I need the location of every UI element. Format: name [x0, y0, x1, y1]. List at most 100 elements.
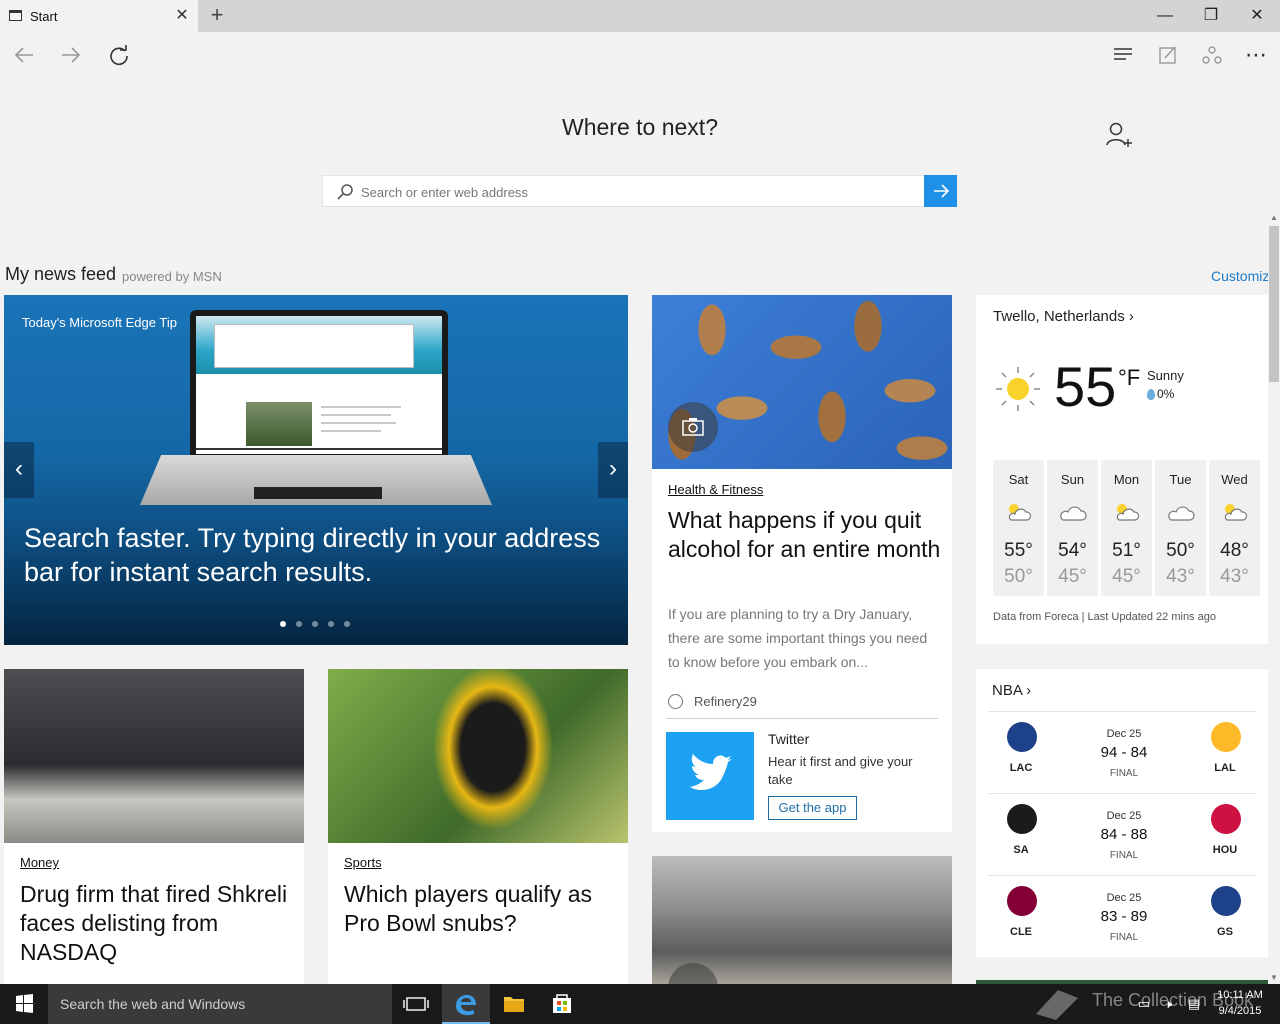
team-logo-icon [1007, 804, 1037, 834]
game-row[interactable]: CLE Dec 25 83 - 89 FINAL GS [988, 875, 1256, 957]
taskbar: Search the web and Windows The Collectio… [0, 984, 1280, 1024]
scroll-down-icon[interactable]: ▼ [1268, 972, 1280, 984]
team-abbr: SA [1013, 844, 1029, 856]
page-icon [9, 10, 22, 21]
article-title[interactable]: Which players qualify as Pro Bowl snubs? [344, 880, 624, 938]
new-tab-button[interactable]: + [206, 4, 228, 28]
page-title: Where to next? [562, 114, 718, 140]
team-abbr: HOU [1212, 844, 1238, 856]
clock-time: 10:11 AM [1217, 989, 1263, 1001]
away-team[interactable]: LAL [1195, 722, 1255, 786]
away-team[interactable]: HOU [1195, 804, 1255, 868]
notifications-icon[interactable]: ▤ [1186, 996, 1202, 1012]
twitter-logo-icon[interactable] [666, 732, 754, 820]
article-category[interactable]: Money [20, 855, 59, 870]
hero-headline[interactable]: Search faster. Try typing directly in yo… [24, 521, 614, 589]
team-abbr: GS [1217, 926, 1233, 938]
address-search-box[interactable] [322, 175, 957, 207]
scrollbar-thumb[interactable] [1269, 226, 1279, 382]
forward-icon[interactable] [54, 38, 88, 72]
file-explorer-icon[interactable] [490, 984, 538, 1024]
weather-location[interactable]: Twello, Netherlands › [993, 308, 1134, 325]
carousel-dot[interactable] [312, 621, 318, 627]
get-the-app-button[interactable]: Get the app [768, 796, 857, 820]
article-card-money[interactable]: Money Drug firm that fired Shkreli faces… [4, 669, 304, 984]
game-score: 83 - 89 [1100, 908, 1148, 925]
home-team[interactable]: SA [991, 804, 1051, 868]
home-team[interactable]: CLE [991, 886, 1051, 950]
carousel-dot[interactable] [344, 621, 350, 627]
team-logo-icon [1007, 886, 1037, 916]
article-description: If you are planning to try a Dry January… [668, 606, 928, 670]
close-tab-icon[interactable]: ✕ [174, 6, 190, 26]
forecast-day[interactable]: Mon 51° 45° [1101, 460, 1152, 596]
carousel-next-button[interactable]: › [598, 442, 628, 498]
article-card-sports[interactable]: Sports Which players qualify as Pro Bowl… [328, 669, 628, 984]
search-input[interactable] [361, 181, 921, 203]
volume-icon[interactable]: 🕨 [1160, 996, 1176, 1012]
search-icon [337, 184, 353, 200]
tab-title: Start [30, 9, 58, 24]
game-row[interactable]: LAC Dec 25 94 - 84 FINAL LAL [988, 711, 1256, 793]
source-logo-icon [668, 694, 683, 709]
add-user-icon[interactable] [1104, 120, 1134, 150]
forecast-day-label: Tue [1169, 472, 1192, 487]
game-row[interactable]: SA Dec 25 84 - 88 FINAL HOU [988, 793, 1256, 875]
forecast-high: 55° [1004, 540, 1033, 561]
nba-title[interactable]: NBA › [992, 682, 1031, 699]
away-team[interactable]: GS [1195, 886, 1255, 950]
article-card-image[interactable] [652, 856, 952, 984]
forecast-day[interactable]: Sat 55° 50° [993, 460, 1044, 596]
feed-title: My news feed [5, 264, 117, 284]
store-icon[interactable] [538, 984, 586, 1024]
more-icon[interactable]: ⋯ [1239, 38, 1273, 72]
restore-button[interactable]: ❐ [1188, 0, 1234, 32]
forecast-high: 50° [1166, 540, 1195, 561]
article-card-alcohol[interactable]: Health & Fitness What happens if you qui… [652, 295, 952, 832]
forecast-day[interactable]: Wed 48° 43° [1209, 460, 1260, 596]
scroll-up-icon[interactable]: ▲ [1268, 212, 1280, 224]
share-icon[interactable] [1195, 38, 1229, 72]
weather-widget[interactable]: Twello, Netherlands › 55 °F Sunny 0% Sat… [976, 295, 1268, 644]
windows-start-icon[interactable] [0, 984, 48, 1024]
carousel-dot[interactable] [328, 621, 334, 627]
partly-sunny-icon [1116, 504, 1140, 521]
article-title[interactable]: Drug firm that fired Shkreli faces delis… [20, 880, 300, 967]
back-icon[interactable] [7, 38, 41, 72]
home-team[interactable]: LAC [991, 722, 1051, 786]
team-abbr: LAC [1009, 762, 1033, 774]
forecast-day-label: Sun [1060, 472, 1085, 487]
forecast-low: 43° [1220, 566, 1249, 587]
carousel-dot[interactable] [296, 621, 302, 627]
close-button[interactable]: ✕ [1234, 0, 1280, 32]
refresh-icon[interactable] [102, 38, 136, 72]
cloudy-icon [1060, 506, 1087, 521]
carousel-dots [280, 621, 350, 627]
article-category[interactable]: Health & Fitness [668, 482, 763, 497]
customize-link[interactable]: Customize [1211, 268, 1269, 284]
carousel-dot[interactable] [280, 621, 286, 627]
forecast-low: 50° [1004, 566, 1033, 587]
hub-icon[interactable] [1106, 38, 1140, 72]
minimize-button[interactable]: — [1142, 0, 1188, 32]
edge-icon[interactable] [442, 984, 490, 1024]
taskbar-search-box[interactable]: Search the web and Windows [48, 984, 392, 1024]
forecast-high: 51° [1112, 540, 1141, 561]
article-category[interactable]: Sports [344, 855, 382, 870]
taskbar-search-placeholder: Search the web and Windows [60, 996, 246, 1012]
task-view-icon[interactable] [392, 984, 440, 1024]
forecast-day[interactable]: Tue 50° 43° [1155, 460, 1206, 596]
nba-scores-widget[interactable]: NBA › LAC Dec 25 94 - 84 FINAL LAL SA De… [976, 669, 1268, 957]
network-icon[interactable]: ▭ [1136, 996, 1152, 1012]
forecast-day[interactable]: Sun 54° 45° [1047, 460, 1098, 596]
taskbar-clock[interactable]: 10:11 AM 9/4/2015 [1212, 987, 1268, 1019]
team-abbr: CLE [1010, 926, 1032, 938]
web-note-icon[interactable] [1151, 38, 1185, 72]
weather-footer: Data from Foreca | Last Updated 22 mins … [993, 611, 1216, 623]
carousel-prev-button[interactable]: ‹ [4, 442, 34, 498]
go-arrow-button[interactable] [924, 175, 957, 207]
tab-start[interactable]: Start ✕ [0, 0, 198, 32]
hero-carousel[interactable]: Today's Microsoft Edge Tip ‹ › Search fa… [4, 295, 628, 645]
partly-sunny-icon [1008, 504, 1032, 521]
article-title[interactable]: What happens if you quit alcohol for an … [668, 506, 943, 564]
